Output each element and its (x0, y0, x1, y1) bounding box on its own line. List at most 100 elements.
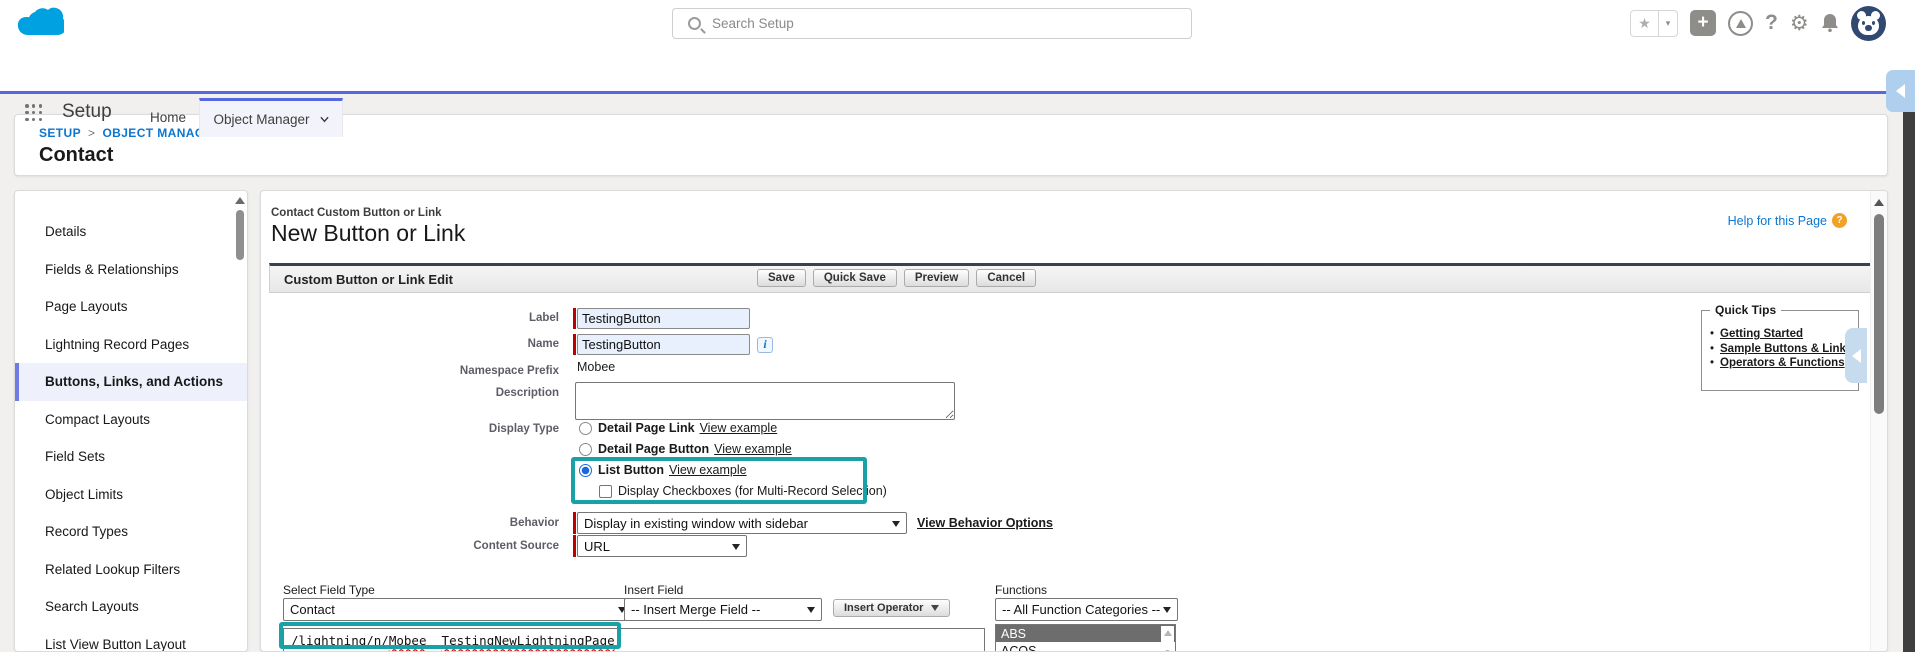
functions-value: -- All Function Categories -- (1002, 602, 1161, 617)
notifications-bell-icon[interactable] (1821, 13, 1839, 33)
description-label: Description (495, 387, 559, 399)
function-categories-select[interactable]: -- All Function Categories -- (995, 598, 1178, 621)
gear-icon[interactable]: ⚙ (1790, 11, 1809, 36)
sidebar-item-page-layouts[interactable]: Page Layouts (15, 288, 247, 326)
sidebar-item-label: Related Lookup Filters (45, 561, 181, 577)
search-icon (688, 17, 701, 30)
trailhead-icon[interactable] (1728, 10, 1753, 36)
radio-list-button[interactable] (579, 463, 592, 477)
function-option-abs[interactable]: ABS (996, 625, 1175, 642)
scroll-up-icon[interactable] (1163, 630, 1172, 636)
behavior-select[interactable]: Display in existing window with sidebar (577, 512, 907, 534)
required-indicator (573, 308, 576, 329)
scroll-up-icon[interactable] (1874, 199, 1884, 206)
tab-object-manager[interactable]: Object Manager (199, 98, 343, 137)
favorites-button-group[interactable]: ★ ▾ (1630, 9, 1678, 37)
page-eyebrow: Contact Custom Button or Link (271, 207, 442, 219)
functions-listbox[interactable]: ABS ACOS (995, 624, 1176, 652)
sidebar-item-label: Record Types (45, 524, 129, 540)
description-textarea[interactable] (575, 382, 955, 420)
help-badge-icon[interactable]: ? (1832, 213, 1847, 228)
quick-tips-box: Quick Tips Getting Started Sample Button… (1701, 303, 1859, 391)
action-button-row: Save Quick Save Preview Cancel (757, 269, 1037, 287)
sidebar-item-label: Object Limits (45, 486, 124, 502)
sidebar-item-label: Buttons, Links, and Actions (45, 374, 224, 390)
user-avatar[interactable] (1850, 5, 1886, 41)
help-icon[interactable]: ? (1765, 11, 1778, 35)
sidebar-item-details[interactable]: Details (15, 213, 247, 251)
insert-merge-field-select[interactable]: -- Insert Merge Field -- (624, 598, 822, 621)
listbox-scrollbar[interactable] (1161, 626, 1174, 651)
display-checkboxes-checkbox[interactable] (599, 484, 612, 498)
getting-started-link[interactable]: Getting Started (1720, 328, 1803, 340)
view-example-link[interactable]: View example (714, 442, 792, 456)
browser-scrollbar[interactable] (1903, 78, 1915, 652)
section-title: Custom Button or Link Edit (284, 271, 453, 287)
function-option-acos[interactable]: ACOS (996, 642, 1175, 652)
sidebar-item-field-sets[interactable]: Field Sets (15, 438, 247, 476)
favorites-caret-icon[interactable]: ▾ (1658, 10, 1677, 36)
sidebar-item-compact-layouts[interactable]: Compact Layouts (15, 401, 247, 439)
sidebar-item-object-limits[interactable]: Object Limits (15, 476, 247, 514)
radio-label: List Button (598, 463, 664, 477)
required-indicator (573, 334, 576, 355)
info-icon[interactable]: i (757, 336, 773, 353)
global-header: Search Setup ★ ▾ + ? ⚙ (0, 0, 1915, 46)
sidebar-item-lightning-record-pages[interactable]: Lightning Record Pages (15, 326, 247, 364)
preview-button[interactable]: Preview (903, 269, 970, 287)
help-for-this-page-link[interactable]: Help for this Page (1728, 214, 1827, 228)
formula-text: /lightning/n/ (291, 633, 389, 648)
field-type-select[interactable]: Contact (283, 598, 633, 621)
formula-textarea[interactable]: /lightning/n/Mobee__TestingNewLightningP… (283, 628, 985, 651)
breadcrumb-setup-link[interactable]: SETUP (39, 126, 81, 140)
functions-label: Functions (995, 583, 1048, 597)
cancel-button[interactable]: Cancel (976, 269, 1037, 287)
sidebar-scrollbar-thumb[interactable] (235, 210, 244, 260)
sidebar-item-buttons-links-actions[interactable]: Buttons, Links, and Actions (15, 363, 247, 401)
app-launcher-icon[interactable] (25, 104, 43, 122)
sidebar-item-list-view-button-layout[interactable]: List View Button Layout (15, 626, 247, 651)
sample-buttons-links-link[interactable]: Sample Buttons & Links (1720, 343, 1852, 355)
view-example-link[interactable]: View example (669, 463, 747, 477)
radio-label: Detail Page Link (598, 421, 695, 435)
content-source-select[interactable]: URL (577, 535, 747, 557)
view-behavior-options-link[interactable]: View Behavior Options (917, 516, 1053, 530)
sidebar-item-record-types[interactable]: Record Types (15, 513, 247, 551)
radio-detail-page-link[interactable] (579, 421, 592, 435)
setup-app-name: Setup (62, 101, 112, 122)
sidebar-item-label: Fields & Relationships (45, 261, 179, 277)
tab-home[interactable]: Home (140, 98, 196, 137)
avatar-snout (1864, 24, 1872, 31)
insert-operator-label: Insert Operator (844, 602, 924, 614)
collapse-header-tab[interactable] (1886, 70, 1915, 112)
radio-detail-page-button[interactable] (579, 442, 592, 456)
quick-save-button[interactable]: Quick Save (812, 269, 897, 287)
tab-object-manager-label: Object Manager (213, 111, 310, 127)
view-example-link[interactable]: View example (700, 421, 778, 435)
object-manager-sidebar: Details Fields & Relationships Page Layo… (14, 190, 248, 652)
sidebar-item-related-lookup-filters[interactable]: Related Lookup Filters (15, 551, 247, 589)
setup-navbar: Setup Home Object Manager (0, 46, 1915, 137)
scroll-up-icon[interactable] (234, 197, 245, 204)
sidebar-item-fields-relationships[interactable]: Fields & Relationships (15, 251, 247, 289)
collapse-panel-tab[interactable] (1845, 328, 1867, 383)
label-input[interactable] (577, 308, 750, 329)
breadcrumb-separator: > (88, 126, 96, 140)
save-button[interactable]: Save (757, 269, 806, 287)
required-indicator (573, 512, 576, 534)
content-scrollbar-thumb[interactable] (1874, 214, 1884, 414)
name-input[interactable] (577, 334, 750, 355)
insert-operator-button[interactable]: Insert Operator (833, 599, 951, 617)
sidebar-scrollbar[interactable] (233, 194, 246, 650)
header-utility-icons: ★ ▾ + ? ⚙ (1630, 0, 1886, 46)
label-field-label: Label (528, 312, 559, 324)
sidebar-item-search-layouts[interactable]: Search Layouts (15, 588, 247, 626)
content-scrollbar[interactable] (1870, 191, 1887, 651)
salesforce-logo-icon (17, 7, 64, 35)
insert-field-value: -- Insert Merge Field -- (631, 602, 761, 617)
operators-functions-link[interactable]: Operators & Functions (1720, 357, 1845, 369)
favorites-star-icon[interactable]: ★ (1631, 11, 1658, 36)
global-search-box[interactable]: Search Setup (672, 8, 1192, 39)
select-field-type-label: Select Field Type (283, 583, 375, 597)
quick-create-icon[interactable]: + (1690, 10, 1716, 36)
